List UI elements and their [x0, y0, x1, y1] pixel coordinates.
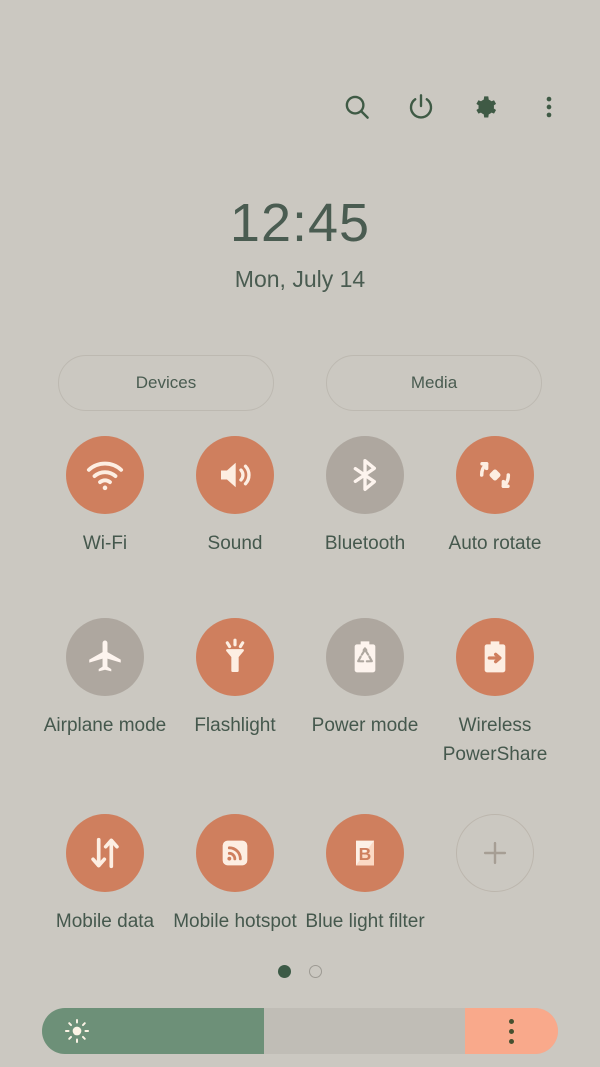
page-indicator: [0, 965, 600, 978]
toggle-wifi[interactable]: Wi-Fi: [40, 436, 170, 604]
toggle-label: Blue light filter: [305, 911, 425, 932]
power-share-icon: [456, 618, 534, 696]
more-vertical-icon: [509, 1018, 515, 1044]
svg-text:B: B: [359, 844, 372, 864]
toggle-label: Bluetooth: [324, 533, 406, 554]
clock-date: Mon, July 14: [234, 266, 366, 292]
quick-access-buttons: Devices Media: [58, 355, 542, 411]
gear-icon[interactable]: [468, 90, 502, 124]
toggle-wireless-powershare[interactable]: Wireless PowerShare: [430, 618, 560, 800]
toggle-label: Airplane mode: [43, 715, 167, 736]
toggle-label: Power mode: [311, 715, 419, 736]
toggle-label: Auto rotate: [448, 533, 542, 554]
toggle-airplane-mode[interactable]: Airplane mode: [40, 618, 170, 800]
quick-settings-panel: 12:45 Mon, July 14 Devices Media Wi-Fi S…: [0, 0, 600, 1067]
toggle-power-mode[interactable]: Power mode: [300, 618, 430, 800]
clock-time: 12:45: [229, 193, 371, 253]
clock-block[interactable]: 12:45 Mon, July 14: [0, 196, 600, 293]
toggle-label: Mobile data: [55, 911, 155, 932]
bluetooth-icon: [326, 436, 404, 514]
brightness-options-button[interactable]: [465, 1008, 558, 1054]
more-vertical-icon[interactable]: [532, 90, 566, 124]
page-dot-active[interactable]: [278, 965, 291, 978]
page-dot-inactive[interactable]: [309, 965, 322, 978]
toggle-label: Sound: [207, 533, 263, 554]
power-icon[interactable]: [404, 90, 438, 124]
toggle-flashlight[interactable]: Flashlight: [170, 618, 300, 800]
toggle-label: Flashlight: [194, 715, 276, 736]
sun-icon: [64, 1018, 90, 1044]
airplane-icon: [66, 618, 144, 696]
toggle-auto-rotate[interactable]: Auto rotate: [430, 436, 560, 604]
toggle-label: Wireless PowerShare: [442, 715, 548, 765]
brightness-slider[interactable]: [42, 1008, 558, 1054]
blue-light-icon: B: [326, 814, 404, 892]
toggle-sound[interactable]: Sound: [170, 436, 300, 604]
mobile-data-icon: [66, 814, 144, 892]
toggle-label: Wi-Fi: [82, 533, 128, 554]
quick-settings-toolbar: [340, 90, 566, 124]
power-mode-icon: [326, 618, 404, 696]
sound-icon: [196, 436, 274, 514]
search-icon[interactable]: [340, 90, 374, 124]
media-button[interactable]: Media: [326, 355, 542, 411]
toggle-label: Mobile hotspot: [173, 911, 297, 932]
add-icon: [456, 814, 534, 892]
toggle-grid: Wi-Fi Sound Bluetooth Auto rotate Airpla…: [40, 436, 560, 996]
wifi-icon: [66, 436, 144, 514]
devices-button[interactable]: Devices: [58, 355, 274, 411]
auto-rotate-icon: [456, 436, 534, 514]
flashlight-icon: [196, 618, 274, 696]
toggle-bluetooth[interactable]: Bluetooth: [300, 436, 430, 604]
mobile-hotspot-icon: [196, 814, 274, 892]
